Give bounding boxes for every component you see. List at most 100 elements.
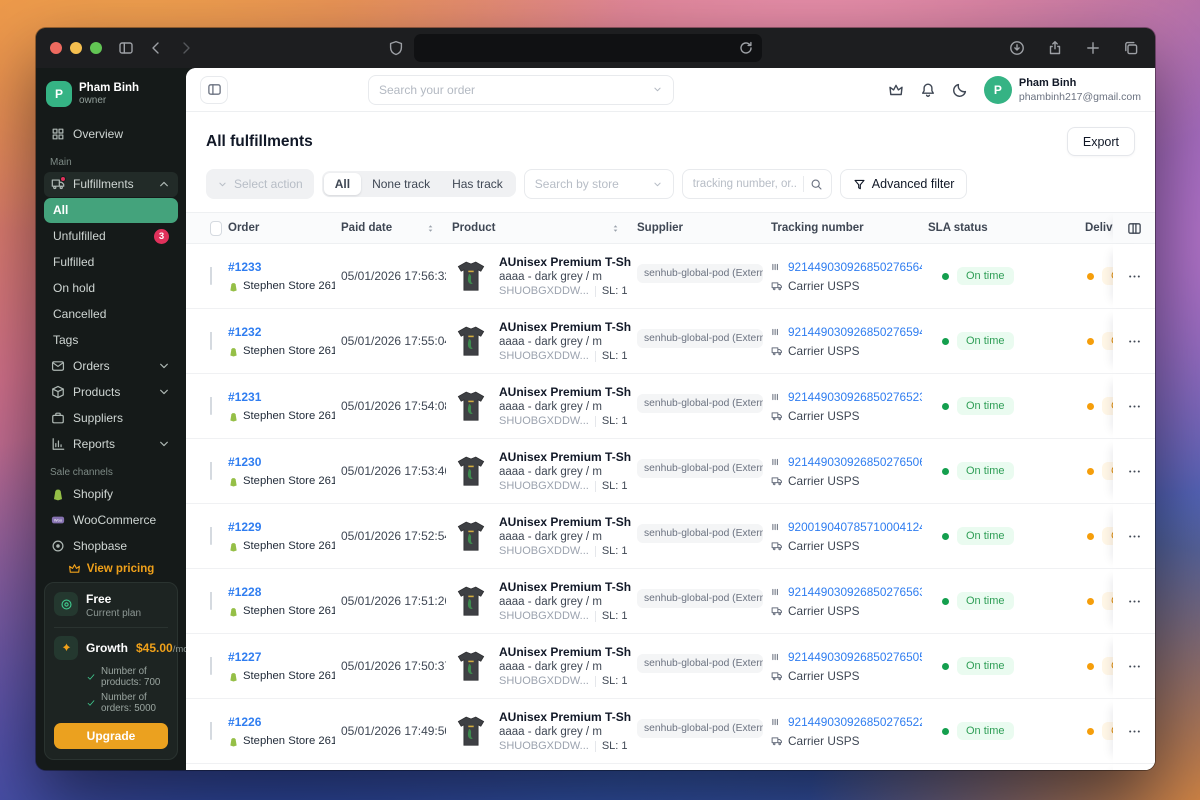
zoom-window-button[interactable] [90, 42, 102, 54]
product-thumbnail [452, 257, 490, 295]
minimize-window-button[interactable] [70, 42, 82, 54]
sidebar-subitem-fulfilled[interactable]: Fulfilled [44, 250, 178, 275]
header-user-menu[interactable]: P Pham Binh phambinh217@gmail.com [984, 76, 1141, 104]
sort-icon[interactable] [610, 223, 621, 234]
sidebar-item-orders[interactable]: Orders [44, 354, 178, 379]
reload-icon[interactable] [738, 40, 754, 56]
column-header-sla[interactable]: SLA status [922, 222, 1079, 234]
carrier-truck-icon [771, 280, 783, 292]
supplier-cell: senhub-global-pod (External) [631, 719, 765, 743]
sla-status-dot [942, 273, 949, 280]
row-menu-icon[interactable] [1127, 724, 1142, 739]
row-menu-icon[interactable] [1127, 334, 1142, 349]
tracking-number-link[interactable]: 9200190407857100041246 [788, 520, 922, 534]
select-all-checkbox[interactable] [210, 221, 222, 236]
order-link[interactable]: #1233 [228, 260, 335, 274]
sidebar-item-overview[interactable]: Overview [44, 122, 178, 147]
sort-icon[interactable] [425, 223, 436, 234]
download-icon[interactable] [1009, 40, 1025, 56]
row-menu-icon[interactable] [1127, 269, 1142, 284]
row-checkbox[interactable] [210, 592, 212, 610]
tracking-search-input[interactable]: tracking number, or... [682, 169, 832, 199]
sidebar-user-card[interactable]: P Pham Binh owner [36, 68, 186, 118]
column-header-supplier[interactable]: Supplier [631, 222, 765, 234]
sidebar-item-suppliers[interactable]: Suppliers [44, 406, 178, 431]
order-link[interactable]: #1230 [228, 455, 335, 469]
advanced-filter-button[interactable]: Advanced filter [840, 169, 968, 199]
column-header-tracking[interactable]: Tracking number [765, 222, 922, 234]
row-checkbox[interactable] [210, 397, 212, 415]
sidebar-subitem-tags[interactable]: Tags [44, 328, 178, 353]
tab-overview-icon[interactable] [1123, 40, 1139, 56]
close-window-button[interactable] [50, 42, 62, 54]
tracking-number-link[interactable]: 9214490309268502765051 [788, 650, 922, 664]
sidebar-toggle-icon[interactable] [118, 40, 134, 56]
column-settings-icon[interactable] [1127, 221, 1142, 236]
order-link[interactable]: #1232 [228, 325, 335, 339]
row-checkbox[interactable] [210, 332, 212, 350]
export-button[interactable]: Export [1067, 127, 1135, 156]
column-header-product[interactable]: Product [446, 222, 631, 234]
sidebar-item-products[interactable]: Products [44, 380, 178, 405]
tab-has-track[interactable]: Has track [441, 173, 514, 195]
tracking-number-link[interactable]: 9214490309268502765648 [788, 260, 922, 274]
share-icon[interactable] [1047, 40, 1063, 56]
order-search-select[interactable]: Search your order [368, 75, 674, 105]
sidebar-item-shopify[interactable]: Shopify [44, 482, 178, 507]
crown-icon[interactable] [888, 82, 904, 98]
column-header-order[interactable]: Order [222, 222, 335, 234]
order-link[interactable]: #1228 [228, 585, 335, 599]
sidebar-item-woocommerce[interactable]: WooWooCommerce [44, 508, 178, 533]
row-checkbox[interactable] [210, 267, 212, 285]
sidebar-subitem-on-hold[interactable]: On hold [44, 276, 178, 301]
search-icon[interactable] [810, 178, 823, 191]
tracking-number-link[interactable]: 9214490309268502765945 [788, 325, 922, 339]
new-tab-icon[interactable] [1085, 40, 1101, 56]
select-action-dropdown[interactable]: Select action [206, 169, 314, 199]
page-title: All fulfillments [206, 133, 313, 151]
delivery-status-dot [1087, 533, 1094, 540]
paid-date: 05/01/2026 17:56:32 [335, 269, 446, 283]
order-link[interactable]: #1231 [228, 390, 335, 404]
product-cell: AUnisex Premium T-Shirt aaaa - dark grey… [446, 645, 631, 687]
column-header-paid-date[interactable]: Paid date [335, 222, 446, 234]
back-icon[interactable] [148, 40, 164, 56]
row-checkbox[interactable] [210, 722, 212, 740]
sidebar-subitem-unfulfilled[interactable]: Unfulfilled3 [44, 224, 178, 249]
sidebar-item-fulfillments[interactable]: Fulfillments [44, 172, 178, 197]
order-link[interactable]: #1226 [228, 715, 335, 729]
row-checkbox[interactable] [210, 527, 212, 545]
row-menu-icon[interactable] [1127, 464, 1142, 479]
tracking-number-link[interactable]: 9214490309268502765228 [788, 715, 922, 729]
collapse-sidebar-button[interactable] [200, 76, 228, 104]
view-pricing-link[interactable]: View pricing [36, 562, 186, 575]
tracking-number-link[interactable]: 9214490309268502765631 [788, 585, 922, 599]
row-menu-icon[interactable] [1127, 659, 1142, 674]
shopify-icon [51, 487, 65, 501]
shield-icon[interactable] [388, 40, 404, 56]
bell-icon[interactable] [920, 82, 936, 98]
address-bar[interactable] [414, 34, 762, 62]
product-thumbnail [452, 387, 490, 425]
sidebar-item-reports[interactable]: Reports [44, 432, 178, 457]
tracking-number-link[interactable]: 9214490309268502765068 [788, 455, 922, 469]
row-menu-icon[interactable] [1127, 529, 1142, 544]
tab-none-track[interactable]: None track [361, 173, 441, 195]
moon-icon[interactable] [952, 82, 968, 98]
product-name: AUnisex Premium T-Shirt [499, 255, 631, 269]
tracking-number-link[interactable]: 9214490309268502765235 [788, 390, 922, 404]
row-menu-icon[interactable] [1127, 399, 1142, 414]
row-checkbox[interactable] [210, 462, 212, 480]
table-row: #1232 Stephen Store 2612 05/01/2026 17:5… [186, 309, 1155, 374]
store-filter-select[interactable]: Search by store [524, 169, 674, 199]
row-menu-icon[interactable] [1127, 594, 1142, 609]
order-link[interactable]: #1227 [228, 650, 335, 664]
barcode-icon [771, 326, 783, 338]
sidebar-item-shopbase[interactable]: Shopbase [44, 534, 178, 556]
tab-all[interactable]: All [324, 173, 361, 195]
sidebar-subitem-all[interactable]: All [44, 198, 178, 223]
upgrade-button[interactable]: Upgrade [54, 723, 168, 749]
row-checkbox[interactable] [210, 657, 212, 675]
order-link[interactable]: #1229 [228, 520, 335, 534]
sidebar-subitem-cancelled[interactable]: Cancelled [44, 302, 178, 327]
